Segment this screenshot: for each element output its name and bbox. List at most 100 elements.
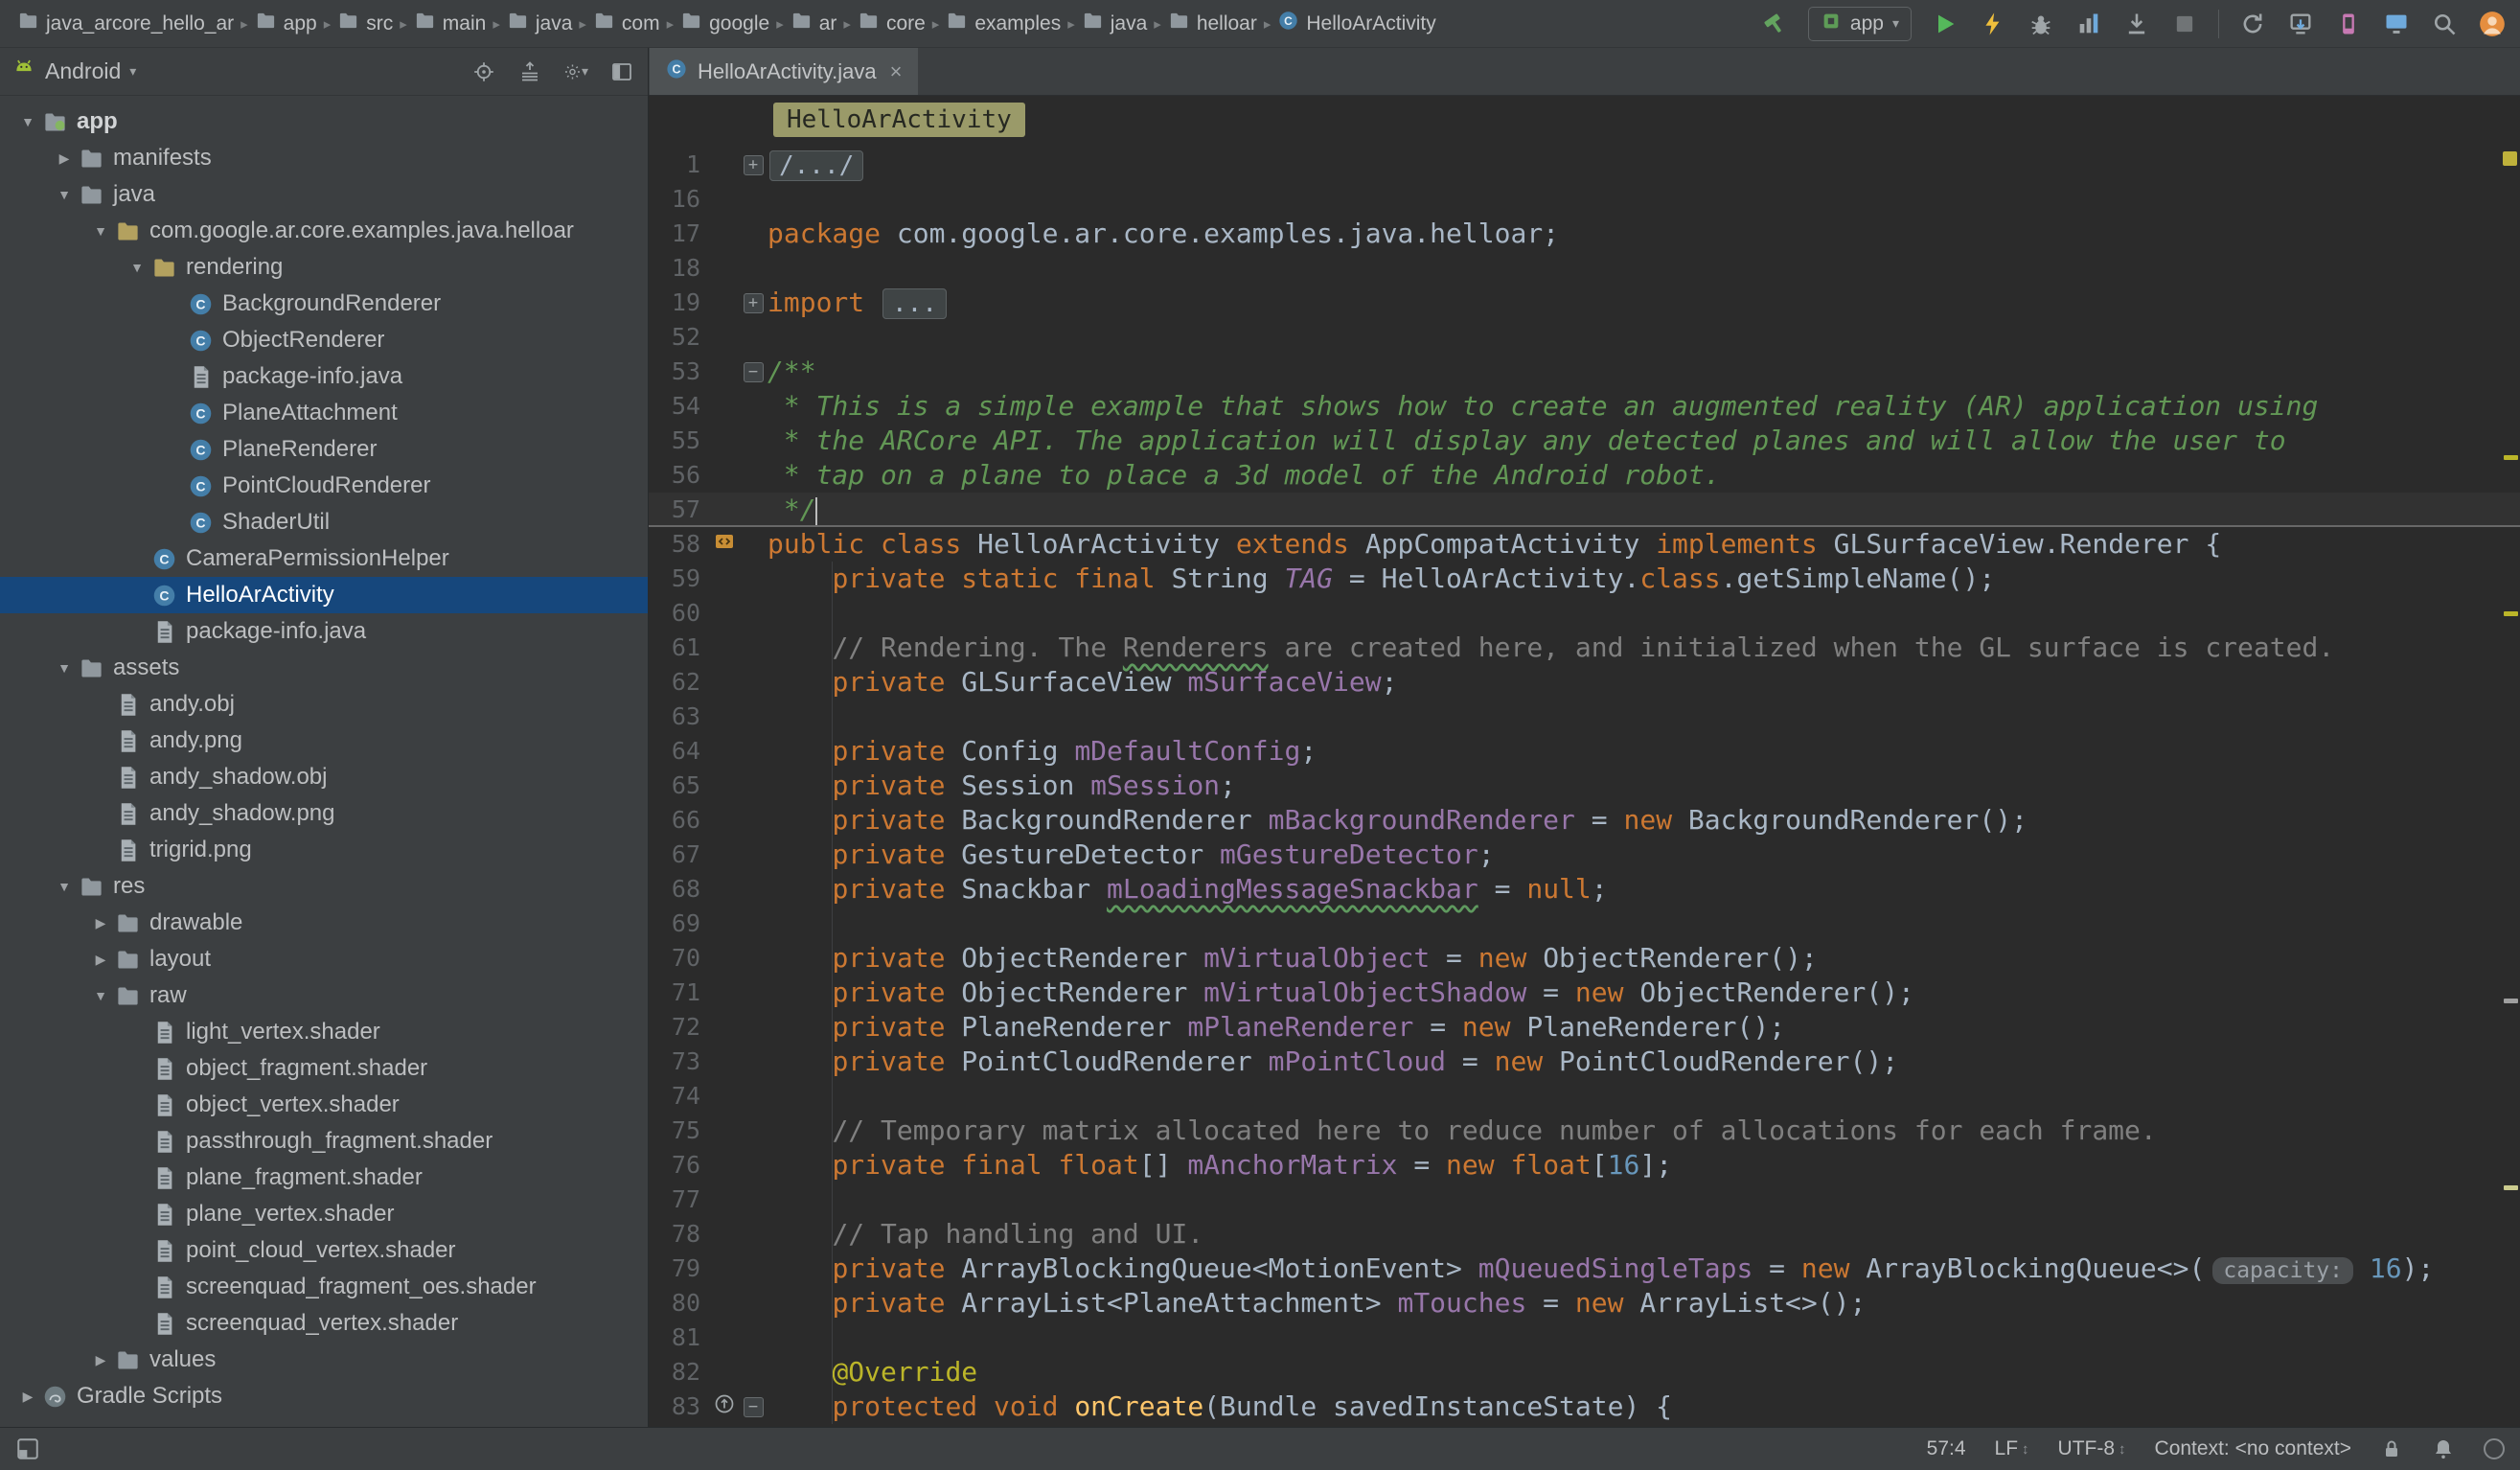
tree-item-planerenderer[interactable]: CPlaneRenderer xyxy=(0,431,648,468)
tree-expand-arrow[interactable]: ▼ xyxy=(86,988,115,1003)
device-monitor-button[interactable] xyxy=(2382,10,2411,38)
code-line-79[interactable]: 79 private ArrayBlockingQueue<MotionEven… xyxy=(649,1252,2520,1286)
tree-item-helloaractivity[interactable]: CHelloArActivity xyxy=(0,577,648,613)
debug-button[interactable] xyxy=(2027,10,2055,38)
tree-item-drawable[interactable]: ▶drawable xyxy=(0,905,648,941)
code-text[interactable]: * the ARCore API. The application will d… xyxy=(767,424,2286,458)
nav-crumb-java[interactable]: java xyxy=(1078,8,1152,39)
sync-project-button[interactable] xyxy=(2238,10,2267,38)
tree-item-package-info-java[interactable]: package-info.java xyxy=(0,613,648,650)
tree-item-screenquad-fragment-oes-shader[interactable]: screenquad_fragment_oes.shader xyxy=(0,1269,648,1305)
code-editor[interactable]: 1+/.../1617package com.google.ar.core.ex… xyxy=(649,144,2520,1427)
tree-item-andy-shadow-png[interactable]: andy_shadow.png xyxy=(0,795,648,832)
tree-item-rendering[interactable]: ▼rendering xyxy=(0,249,648,286)
code-line-58[interactable]: 58public class HelloArActivity extends A… xyxy=(649,527,2520,562)
code-text[interactable]: private static final String TAG = HelloA… xyxy=(767,562,1995,596)
nav-crumb-java[interactable]: java xyxy=(503,8,577,39)
code-text[interactable]: * This is a simple example that shows ho… xyxy=(767,389,2318,424)
run-button[interactable] xyxy=(1931,10,1959,38)
code-text[interactable]: private Session mSession; xyxy=(767,769,1236,803)
code-line-76[interactable]: 76 private final float[] mAnchorMatrix =… xyxy=(649,1148,2520,1183)
code-line-83[interactable]: 83− protected void onCreate(Bundle saved… xyxy=(649,1390,2520,1424)
nav-crumb-core[interactable]: core xyxy=(854,8,929,39)
tree-item-plane-fragment-shader[interactable]: plane_fragment.shader xyxy=(0,1160,648,1196)
code-text[interactable]: /** xyxy=(767,355,816,389)
tree-expand-arrow[interactable]: ▶ xyxy=(86,915,115,931)
context-indicator[interactable]: Context: <no context> xyxy=(2155,1437,2351,1460)
tree-item-manifests[interactable]: ▶manifests xyxy=(0,140,648,176)
caret-position[interactable]: 57:4 xyxy=(1927,1437,1966,1460)
nav-crumb-ar[interactable]: ar xyxy=(787,8,841,39)
code-text[interactable]: private GestureDetector mGestureDetector… xyxy=(767,838,1495,872)
code-text[interactable]: private PointCloudRenderer mPointCloud =… xyxy=(767,1045,1898,1079)
nav-crumb-helloaractivity[interactable]: CHelloArActivity xyxy=(1273,8,1439,39)
locate-file-button[interactable] xyxy=(471,59,496,84)
code-text[interactable]: /.../ xyxy=(767,148,865,182)
nav-crumb-main[interactable]: main xyxy=(410,8,491,39)
code-line-16[interactable]: 16 xyxy=(649,182,2520,217)
code-line-61[interactable]: 61 // Rendering. The Renderers are creat… xyxy=(649,631,2520,665)
code-text[interactable]: private ArrayBlockingQueue<MotionEvent> … xyxy=(767,1252,2434,1286)
code-line-81[interactable]: 81 xyxy=(649,1321,2520,1355)
tree-item-java[interactable]: ▼java xyxy=(0,176,648,213)
layout-inspector-button[interactable] xyxy=(2334,10,2363,38)
project-view-selector[interactable]: Android ▾ xyxy=(11,57,136,87)
tree-item-planeattachment[interactable]: CPlaneAttachment xyxy=(0,395,648,431)
code-line-60[interactable]: 60 xyxy=(649,596,2520,631)
nav-crumb-helloar[interactable]: helloar xyxy=(1164,8,1261,39)
tree-item-andy-obj[interactable]: andy.obj xyxy=(0,686,648,723)
code-line-82[interactable]: 82 @Override xyxy=(649,1355,2520,1390)
code-line-70[interactable]: 70 private ObjectRenderer mVirtualObject… xyxy=(649,941,2520,976)
code-text[interactable]: protected void onCreate(Bundle savedInst… xyxy=(767,1390,1672,1424)
tree-expand-arrow[interactable]: ▶ xyxy=(86,952,115,968)
overrides-method-gutter-icon[interactable] xyxy=(713,1390,736,1424)
tree-item-andy-png[interactable]: andy.png xyxy=(0,723,648,759)
tree-item-point-cloud-vertex-shader[interactable]: point_cloud_vertex.shader xyxy=(0,1232,648,1269)
settings-gear-button[interactable]: ▾ xyxy=(563,59,588,84)
toggle-tool-windows-button[interactable] xyxy=(15,1436,40,1461)
fold-plus-icon[interactable]: + xyxy=(744,155,764,175)
code-line-17[interactable]: 17package com.google.ar.core.examples.ja… xyxy=(649,217,2520,251)
stripe-mark[interactable] xyxy=(2504,1185,2518,1190)
tree-expand-arrow[interactable]: ▼ xyxy=(50,660,79,676)
stripe-mark[interactable] xyxy=(2504,611,2518,616)
code-text[interactable]: private ArrayList<PlaneAttachment> mTouc… xyxy=(767,1286,1866,1321)
sdk-manager-button[interactable] xyxy=(2286,10,2315,38)
tree-item-andy-shadow-obj[interactable]: andy_shadow.obj xyxy=(0,759,648,795)
tree-item-screenquad-vertex-shader[interactable]: screenquad_vertex.shader xyxy=(0,1305,648,1342)
code-text[interactable]: // Temporary matrix allocated here to re… xyxy=(767,1114,2157,1148)
hide-panel-button[interactable] xyxy=(609,59,634,84)
code-line-64[interactable]: 64 private Config mDefaultConfig; xyxy=(649,734,2520,769)
code-text[interactable]: private PlaneRenderer mPlaneRenderer = n… xyxy=(767,1010,1785,1045)
tree-item-plane-vertex-shader[interactable]: plane_vertex.shader xyxy=(0,1196,648,1232)
tree-item-raw[interactable]: ▼raw xyxy=(0,977,648,1014)
code-line-68[interactable]: 68 private Snackbar mLoadingMessageSnack… xyxy=(649,872,2520,907)
tree-item-res[interactable]: ▼res xyxy=(0,868,648,905)
stripe-mark[interactable] xyxy=(2504,999,2518,1003)
run-configuration-selector[interactable]: app▾ xyxy=(1808,7,1912,41)
tree-item-assets[interactable]: ▼assets xyxy=(0,650,648,686)
code-line-55[interactable]: 55 * the ARCore API. The application wil… xyxy=(649,424,2520,458)
attach-debugger-button[interactable] xyxy=(2122,10,2151,38)
code-text[interactable]: * tap on a plane to place a 3d model of … xyxy=(767,458,1721,493)
tree-expand-arrow[interactable]: ▶ xyxy=(13,1389,42,1405)
folded-region[interactable]: ... xyxy=(882,288,947,319)
code-line-72[interactable]: 72 private PlaneRenderer mPlaneRenderer … xyxy=(649,1010,2520,1045)
code-line-54[interactable]: 54 * This is a simple example that shows… xyxy=(649,389,2520,424)
code-line-18[interactable]: 18 xyxy=(649,251,2520,286)
tree-item-gradle-scripts[interactable]: ▶Gradle Scripts xyxy=(0,1378,648,1414)
tree-expand-arrow[interactable]: ▶ xyxy=(50,150,79,167)
tree-item-objectrenderer[interactable]: CObjectRenderer xyxy=(0,322,648,358)
nav-crumb-src[interactable]: src xyxy=(333,8,397,39)
code-line-80[interactable]: 80 private ArrayList<PlaneAttachment> mT… xyxy=(649,1286,2520,1321)
code-line-67[interactable]: 67 private GestureDetector mGestureDetec… xyxy=(649,838,2520,872)
code-line-57[interactable]: 57 */ xyxy=(649,493,2520,527)
code-line-53[interactable]: 53−/** xyxy=(649,355,2520,389)
tree-item-trigrid-png[interactable]: trigrid.png xyxy=(0,832,648,868)
tree-item-backgroundrenderer[interactable]: CBackgroundRenderer xyxy=(0,286,648,322)
code-text[interactable]: private BackgroundRenderer mBackgroundRe… xyxy=(767,803,2027,838)
code-text[interactable]: private Config mDefaultConfig; xyxy=(767,734,1317,769)
code-text[interactable]: package com.google.ar.core.examples.java… xyxy=(767,217,1559,251)
tree-item-com-google-ar-core-examples-java-helloar[interactable]: ▼com.google.ar.core.examples.java.helloa… xyxy=(0,213,648,249)
code-text[interactable]: */ xyxy=(767,493,817,527)
